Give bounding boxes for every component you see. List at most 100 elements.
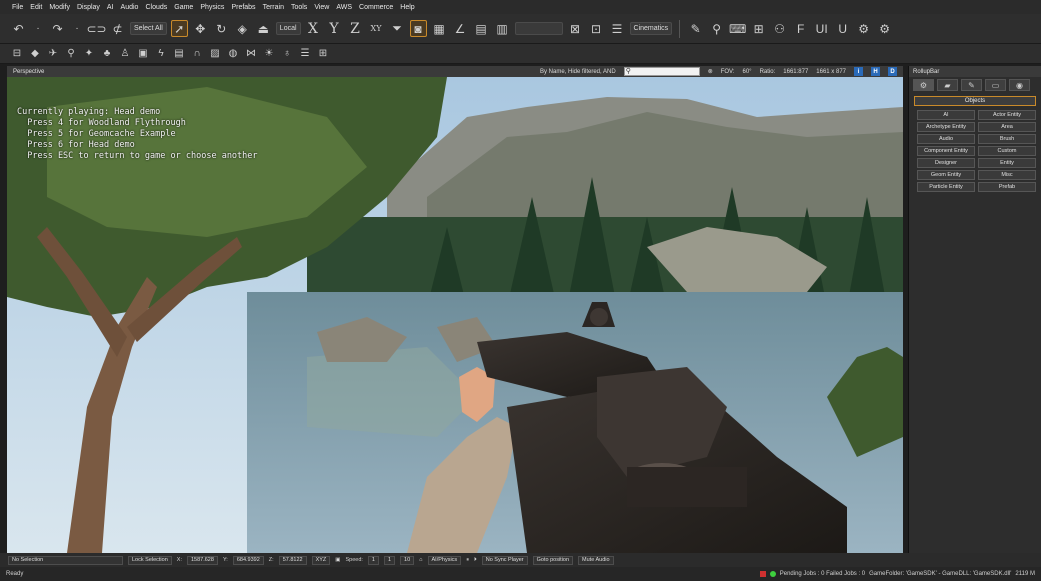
- menu-file[interactable]: File: [12, 4, 23, 11]
- grid-icon[interactable]: ▦: [431, 20, 448, 37]
- ruler-icon[interactable]: ▤: [473, 20, 490, 37]
- ai-physics-button[interactable]: AI/Physics: [427, 555, 462, 565]
- speed-preset-10[interactable]: 10: [400, 555, 415, 565]
- z-coordinate-input[interactable]: 57.8122: [278, 555, 307, 565]
- unlink-icon[interactable]: ⊄: [109, 20, 126, 37]
- bulb-icon[interactable]: ♁: [280, 47, 294, 61]
- speed-input[interactable]: 1: [367, 555, 379, 565]
- layer-icon[interactable]: ▥: [494, 20, 511, 37]
- custom-button[interactable]: Custom: [978, 146, 1036, 156]
- menu-physics[interactable]: Physics: [200, 4, 224, 11]
- viewport-search-input[interactable]: [623, 67, 700, 76]
- menu-clouds[interactable]: Clouds: [145, 4, 167, 11]
- person-icon[interactable]: ♙: [118, 47, 132, 61]
- x-coordinate-input[interactable]: 1587.628: [186, 555, 218, 565]
- undo-icon[interactable]: ↶: [10, 20, 27, 37]
- wand-icon[interactable]: ✦: [82, 47, 96, 61]
- axis-z-button[interactable]: Z: [347, 20, 364, 37]
- geom-entity-button[interactable]: Geom Entity: [917, 170, 975, 180]
- no-sync-player-button[interactable]: No Sync Player: [481, 555, 528, 565]
- tab-objects-icon[interactable]: ⚙: [913, 79, 934, 91]
- axis-x-button[interactable]: X: [305, 20, 322, 37]
- objects-section-header[interactable]: Objects: [914, 96, 1036, 106]
- magnifier-icon[interactable]: ⚲: [64, 47, 78, 61]
- ai-button[interactable]: AI: [917, 110, 975, 120]
- cinematics-button[interactable]: Cinematics: [629, 22, 673, 35]
- menu-modify[interactable]: Modify: [49, 4, 70, 11]
- misc-button[interactable]: Misc: [978, 170, 1036, 180]
- track-view-icon[interactable]: ⚲: [708, 20, 725, 37]
- lighting-bolt-icon[interactable]: ϟ: [154, 47, 168, 61]
- tab-modeling-icon[interactable]: ✎: [961, 79, 982, 91]
- angle-snap-icon[interactable]: ∠: [452, 20, 469, 37]
- window-icon[interactable]: ⊞: [316, 47, 330, 61]
- snap-to-terrain-icon[interactable]: ⏏: [255, 20, 272, 37]
- book-icon[interactable]: ⊟: [10, 47, 24, 61]
- menu-prefabs[interactable]: Prefabs: [231, 4, 255, 11]
- designer-button[interactable]: Designer: [917, 158, 975, 168]
- lighting-icon[interactable]: ⊡: [588, 20, 605, 37]
- headphones-icon[interactable]: ∩: [190, 47, 204, 61]
- script-icon[interactable]: ⌨: [729, 20, 746, 37]
- prefab-button[interactable]: Prefab: [978, 182, 1036, 192]
- menu-help[interactable]: Help: [400, 4, 414, 11]
- xyz-toggle[interactable]: XYZ: [311, 555, 331, 565]
- menu-display[interactable]: Display: [77, 4, 100, 11]
- clear-search-icon[interactable]: ⊗: [708, 68, 713, 75]
- tab-display-icon[interactable]: ▭: [985, 79, 1006, 91]
- entity-button[interactable]: Entity: [978, 158, 1036, 168]
- paint-icon[interactable]: ✈: [46, 47, 60, 61]
- axis-xy-button[interactable]: XY: [368, 20, 385, 37]
- lock-icon[interactable]: ▣: [335, 557, 340, 563]
- redo-icon[interactable]: ↷: [49, 20, 66, 37]
- select-all-dropdown[interactable]: Select All: [130, 22, 167, 35]
- select-tool-icon[interactable]: ➚: [170, 20, 188, 37]
- speed-preset-1[interactable]: 1: [383, 555, 396, 565]
- terrain-collision-icon[interactable]: ⌂: [419, 557, 422, 563]
- settings-gear-icon[interactable]: ⚙: [855, 20, 872, 37]
- menu-view[interactable]: View: [314, 4, 329, 11]
- perspective-viewport[interactable]: Currently playing: Head demo Press 4 for…: [7, 77, 903, 553]
- step-icon[interactable]: ⏵: [474, 557, 477, 564]
- light-bulb-icon[interactable]: ☀: [262, 47, 276, 61]
- viewport-display-button[interactable]: D: [888, 67, 897, 76]
- link-icon[interactable]: ⊂⊃: [86, 20, 106, 37]
- archetype-entity-button[interactable]: Archetype Entity: [917, 122, 975, 132]
- rotate-tool-icon[interactable]: ↻: [213, 20, 230, 37]
- forward-icon[interactable]: F: [792, 20, 809, 37]
- tab-terrain-icon[interactable]: ▰: [937, 79, 958, 91]
- flowgraph-icon[interactable]: ⊞: [750, 20, 767, 37]
- tab-layers-icon[interactable]: ◉: [1009, 79, 1030, 91]
- terrain-snap-icon[interactable]: ⏷: [389, 20, 406, 37]
- camera-icon[interactable]: ◙: [409, 20, 427, 37]
- menu-game[interactable]: Game: [174, 4, 193, 11]
- brush-icon[interactable]: ✎: [687, 20, 704, 37]
- menu-commerce[interactable]: Commerce: [359, 4, 393, 11]
- particle-entity-button[interactable]: Particle Entity: [917, 182, 975, 192]
- mute-audio-button[interactable]: Mute Audio: [578, 555, 614, 565]
- database-icon[interactable]: ☰: [609, 20, 626, 37]
- menu-audio[interactable]: Audio: [121, 4, 139, 11]
- area-button[interactable]: Area: [978, 122, 1036, 132]
- box-icon[interactable]: ▣: [136, 47, 150, 61]
- material-icon[interactable]: ⊠: [567, 20, 584, 37]
- move-tool-icon[interactable]: ✥: [192, 20, 209, 37]
- terrain-paint-icon[interactable]: ⋈: [244, 47, 258, 61]
- coord-system-dropdown[interactable]: Local: [275, 22, 301, 35]
- scale-tool-icon[interactable]: ◈: [234, 20, 251, 37]
- menu-tools[interactable]: Tools: [291, 4, 307, 11]
- viewport-title[interactable]: Perspective: [13, 69, 44, 75]
- settings-gear-2-icon[interactable]: ⚙: [876, 20, 893, 37]
- menu-aws[interactable]: AWS: [336, 4, 352, 11]
- brush-button[interactable]: Brush: [978, 134, 1036, 144]
- y-coordinate-input[interactable]: 684.9392: [232, 555, 264, 565]
- goto-position-button[interactable]: Goto position: [532, 555, 574, 565]
- redo-dropdown-icon[interactable]: ·: [70, 22, 84, 36]
- lock-selection-button[interactable]: Lock Selection: [128, 555, 172, 565]
- undo-dropdown-icon[interactable]: ·: [31, 22, 45, 36]
- table-icon[interactable]: ▤: [172, 47, 186, 61]
- layer-dropdown[interactable]: [514, 22, 563, 35]
- list-icon[interactable]: ☰: [298, 47, 312, 61]
- globe-icon[interactable]: ◍: [226, 47, 240, 61]
- error-indicator-icon[interactable]: [759, 571, 766, 577]
